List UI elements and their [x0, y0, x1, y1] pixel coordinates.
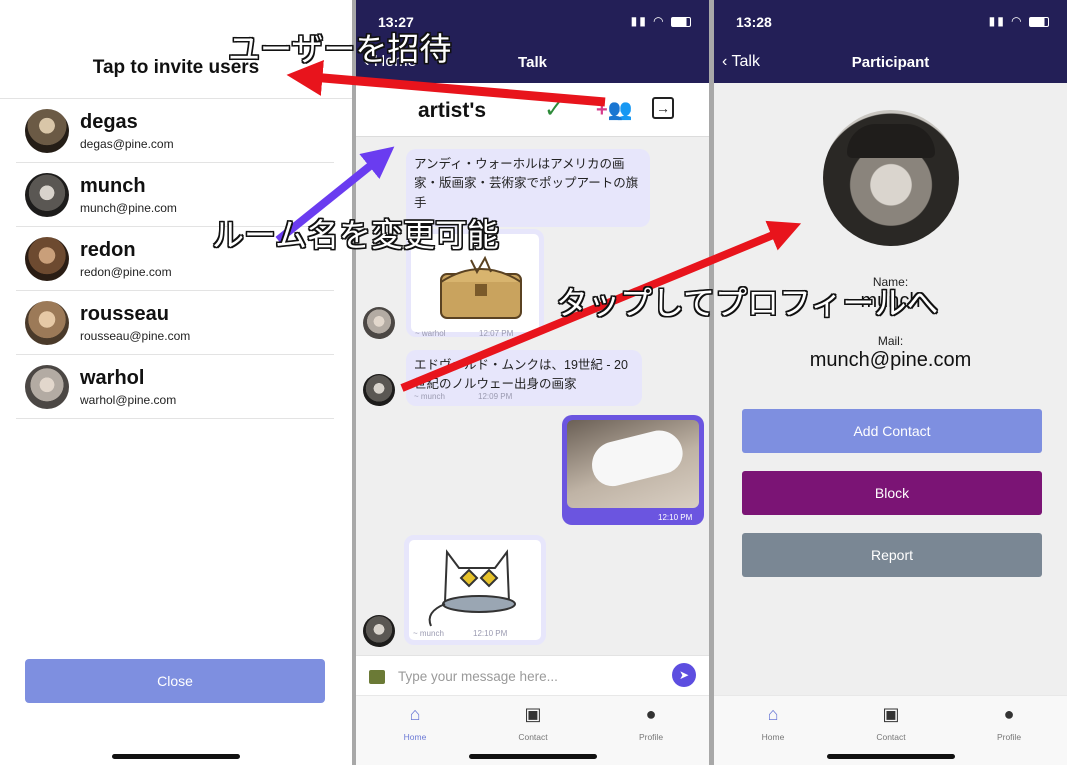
- add-contact-button[interactable]: Add Contact: [742, 409, 1042, 453]
- hat: [847, 124, 935, 158]
- tab-bar: ⌂ Home ▣ Contact ● Profile: [714, 695, 1067, 765]
- user-email: warhol@pine.com: [80, 393, 177, 407]
- avatar: [25, 237, 69, 281]
- battery-icon: [1029, 16, 1049, 27]
- person-icon: ●: [645, 704, 657, 724]
- tab-label: Home: [403, 732, 427, 742]
- talk-screen: 13:27 ▮▮ ◠ ‹ Home Talk artist's ✓ +👥 → ア…: [356, 0, 709, 765]
- block-button[interactable]: Block: [742, 471, 1042, 515]
- tab-home[interactable]: ⌂ Home: [375, 704, 455, 742]
- image-attach-icon[interactable]: [369, 670, 385, 684]
- dolphin-toy: [587, 425, 687, 491]
- user-name: rousseau: [80, 303, 169, 325]
- report-button[interactable]: Report: [742, 533, 1042, 577]
- message-text: アンディ・ウォーホルはアメリカの画家・版画家・芸術家でポップアートの旗手: [414, 157, 639, 210]
- tab-profile[interactable]: ● Profile: [611, 704, 691, 742]
- mail-value: munch@pine.com: [809, 349, 972, 371]
- user-email: rousseau@pine.com: [80, 329, 191, 343]
- exit-room-icon[interactable]: →: [652, 97, 674, 119]
- tab-label: Profile: [638, 732, 664, 742]
- message-input[interactable]: [398, 664, 658, 688]
- user-row-warhol[interactable]: warhol warhol@pine.com: [16, 355, 334, 419]
- avatar: [25, 365, 69, 409]
- home-icon: ⌂: [409, 704, 421, 724]
- contact-book-icon: ▣: [882, 704, 900, 724]
- status-icons: ▮▮ ◠: [989, 14, 1049, 28]
- nav-title: Participant: [851, 54, 930, 71]
- cat-sticker: [428, 549, 516, 627]
- user-email: degas@pine.com: [80, 137, 174, 151]
- avatar: [25, 301, 69, 345]
- room-name[interactable]: artist's: [418, 99, 486, 123]
- invite-users-icon[interactable]: +👥: [596, 97, 633, 122]
- message-time: 12:10 PM: [658, 513, 693, 522]
- message-bubble: エドヴァルド・ムンクは、19世紀 - 20世紀のノルウェー出身の画家 ~ mun…: [406, 350, 642, 406]
- user-row-degas[interactable]: degas degas@pine.com: [16, 99, 334, 163]
- avatar: [25, 173, 69, 217]
- close-button[interactable]: Close: [25, 659, 325, 703]
- navigation-bar: 13:28 ▮▮ ◠ ‹ Talk Participant: [714, 0, 1067, 83]
- tab-label: Home: [761, 732, 785, 742]
- user-name: warhol: [80, 367, 145, 389]
- tab-label: Contact: [518, 732, 548, 742]
- tab-home[interactable]: ⌂ Home: [733, 704, 813, 742]
- message-time: 12:09 PM: [478, 392, 513, 401]
- message-text: エドヴァルド・ムンクは、19世紀 - 20世紀のノルウェー出身の画家: [414, 358, 628, 392]
- avatar[interactable]: [363, 615, 395, 647]
- screenshot-stage: Tap to invite users degas degas@pine.com…: [0, 0, 1067, 765]
- message-time: 12:07 PM: [479, 329, 514, 338]
- dolphin-photo[interactable]: [567, 420, 699, 508]
- status-time: 13:28: [736, 14, 772, 30]
- sticker-bubble: ~ munch 12:10 PM: [404, 535, 546, 645]
- message-time: 12:10 PM: [473, 629, 508, 638]
- status-icons: ▮▮ ◠: [631, 14, 691, 28]
- battery-icon: [671, 16, 691, 27]
- signal-icon: ▮▮: [988, 14, 1006, 28]
- avatar[interactable]: [363, 307, 395, 339]
- message-sender: ~ munch: [414, 392, 445, 401]
- person-icon: ●: [1003, 704, 1015, 724]
- user-name: degas: [80, 111, 138, 133]
- user-email: redon@pine.com: [80, 265, 172, 279]
- message-sender: ~ munch: [413, 629, 444, 638]
- home-icon: ⌂: [767, 704, 779, 724]
- home-indicator: [112, 754, 240, 759]
- annotation-rename: ルーム名を変更可能: [212, 216, 500, 254]
- wifi-icon: ◠: [653, 14, 666, 28]
- room-header: artist's ✓ +👥 →: [356, 83, 709, 137]
- user-name: redon: [80, 239, 136, 261]
- my-image-bubble: 12:10 PM: [562, 415, 704, 525]
- treasure-chest-sticker: [440, 255, 522, 319]
- send-icon[interactable]: ➤: [672, 663, 696, 687]
- avatar[interactable]: [363, 374, 395, 406]
- contact-book-icon: ▣: [524, 704, 542, 724]
- profile-photo: [823, 110, 959, 246]
- wifi-icon: ◠: [1011, 14, 1024, 28]
- avatar: [25, 109, 69, 153]
- invite-users-screen: Tap to invite users degas degas@pine.com…: [0, 0, 352, 765]
- home-indicator: [827, 754, 955, 759]
- tab-contact[interactable]: ▣ Contact: [493, 704, 573, 742]
- tab-label: Contact: [876, 732, 906, 742]
- tab-profile[interactable]: ● Profile: [969, 704, 1049, 742]
- user-row-rousseau[interactable]: rousseau rousseau@pine.com: [16, 291, 334, 355]
- mail-label: Mail:: [877, 334, 904, 348]
- tab-contact[interactable]: ▣ Contact: [851, 704, 931, 742]
- user-name: munch: [80, 175, 146, 197]
- tab-label: Profile: [996, 732, 1022, 742]
- annotation-profile: タップしてプロフィールへ: [556, 284, 939, 322]
- tab-bar: ⌂ Home ▣ Contact ● Profile: [356, 695, 709, 765]
- home-indicator: [469, 754, 597, 759]
- message-composer: ➤: [356, 655, 709, 695]
- check-icon[interactable]: ✓: [544, 95, 564, 124]
- message-sender: ~ warhol: [415, 329, 446, 338]
- signal-icon: ▮▮: [630, 14, 648, 28]
- annotation-invite: ユーザーを招待: [228, 30, 452, 68]
- user-email: munch@pine.com: [80, 201, 177, 215]
- participant-screen: 13:28 ▮▮ ◠ ‹ Talk Participant Name: munc…: [714, 0, 1067, 765]
